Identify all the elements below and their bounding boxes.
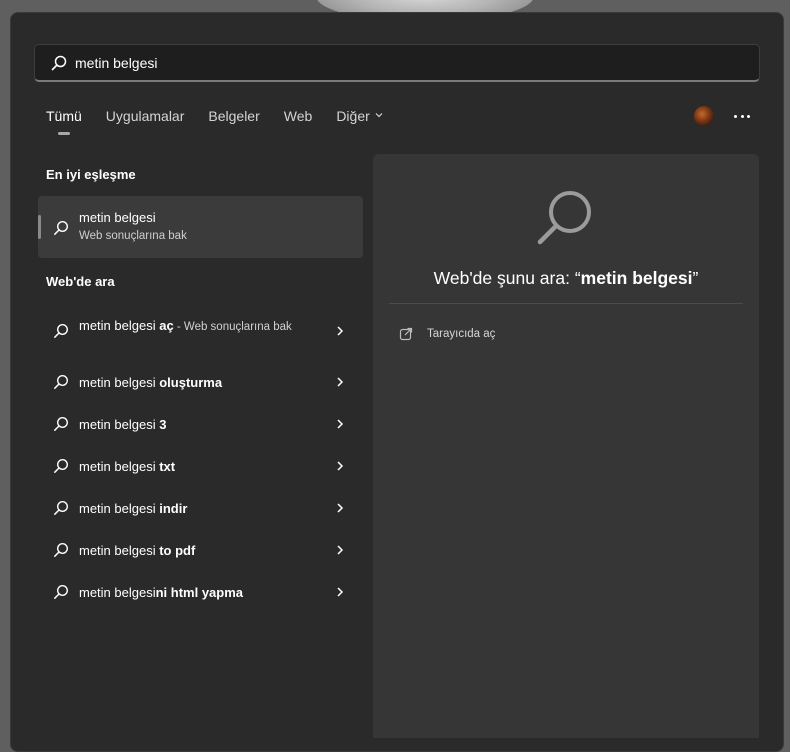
filter-tabs: Tümü Uygulamalar Belgeler Web Diğer — [46, 108, 408, 138]
chevron-right-icon — [337, 377, 344, 387]
search-icon — [54, 458, 69, 473]
best-match-title: metin belgesi — [79, 210, 156, 225]
web-suggestion-row[interactable]: metin belgesi oluşturma — [38, 362, 363, 402]
suggestion-text: metin belgesini html yapma — [79, 585, 244, 600]
search-box[interactable] — [34, 44, 760, 82]
best-match-result[interactable]: metin belgesi Web sonuçlarına bak — [38, 196, 363, 258]
open-external-icon — [399, 327, 413, 341]
web-search-heading: Web'de ara — [46, 274, 115, 289]
tab-documents[interactable]: Belgeler — [208, 108, 259, 130]
search-icon — [54, 374, 69, 389]
search-icon — [54, 220, 69, 235]
tab-label: Web — [283, 108, 313, 124]
best-match-heading: En iyi eşleşme — [46, 167, 136, 182]
suggestion-text: metin belgesi indir — [79, 501, 188, 516]
web-suggestion-row[interactable]: metin belgesini html yapma — [38, 572, 363, 612]
chevron-right-icon — [337, 545, 344, 555]
divider — [389, 303, 743, 304]
search-icon — [54, 500, 69, 515]
best-match-subtitle: Web sonuçlarına bak — [79, 230, 187, 242]
user-avatar[interactable] — [694, 106, 714, 126]
tab-more[interactable]: Diğer — [336, 108, 383, 130]
tab-label: Uygulamalar — [105, 108, 185, 124]
search-icon — [51, 55, 67, 71]
suggestion-text: metin belgesi 3 — [79, 417, 167, 432]
web-suggestion-row[interactable]: metin belgesi indir — [38, 488, 363, 528]
suggestion-text: metin belgesi to pdf — [79, 543, 196, 558]
chevron-right-icon — [337, 326, 344, 336]
search-icon — [54, 542, 69, 557]
web-suggestion-row[interactable]: metin belgesi txt — [38, 446, 363, 486]
suggestion-text: metin belgesi oluşturma — [79, 375, 223, 390]
tab-all[interactable]: Tümü — [46, 108, 82, 135]
chevron-down-icon — [375, 113, 383, 118]
preview-pane: Web'de şunu ara: “metin belgesi” Tarayıc… — [373, 154, 759, 738]
open-in-browser-label: Tarayıcıda aç — [427, 328, 496, 340]
suggestion-text: metin belgesi aç - Web sonuçlarına bak — [79, 318, 292, 333]
tab-label: Diğer — [336, 108, 370, 124]
web-suggestion-row[interactable]: metin belgesi 3 — [38, 404, 363, 444]
search-icon — [537, 191, 591, 245]
more-options-icon[interactable] — [734, 108, 750, 124]
open-in-browser-button[interactable]: Tarayıcıda aç — [399, 324, 495, 344]
chevron-right-icon — [337, 419, 344, 429]
tab-label: Belgeler — [208, 108, 260, 124]
web-suggestion-row[interactable]: metin belgesi to pdf — [38, 530, 363, 570]
chevron-right-icon — [337, 587, 344, 597]
search-icon — [54, 323, 69, 338]
chevron-right-icon — [337, 461, 344, 471]
search-icon — [54, 416, 69, 431]
tab-web[interactable]: Web — [284, 108, 313, 130]
selection-indicator — [38, 215, 41, 239]
suggestion-text: metin belgesi txt — [79, 459, 176, 474]
preview-title: Web'de şunu ara: “metin belgesi” — [433, 268, 699, 288]
chevron-right-icon — [337, 503, 344, 513]
tab-label: Tümü — [46, 108, 82, 124]
web-suggestion-row[interactable]: metin belgesi aç - Web sonuçlarına bak — [38, 308, 363, 354]
search-input[interactable] — [75, 45, 735, 81]
tab-apps[interactable]: Uygulamalar — [106, 108, 185, 130]
search-icon — [54, 584, 69, 599]
